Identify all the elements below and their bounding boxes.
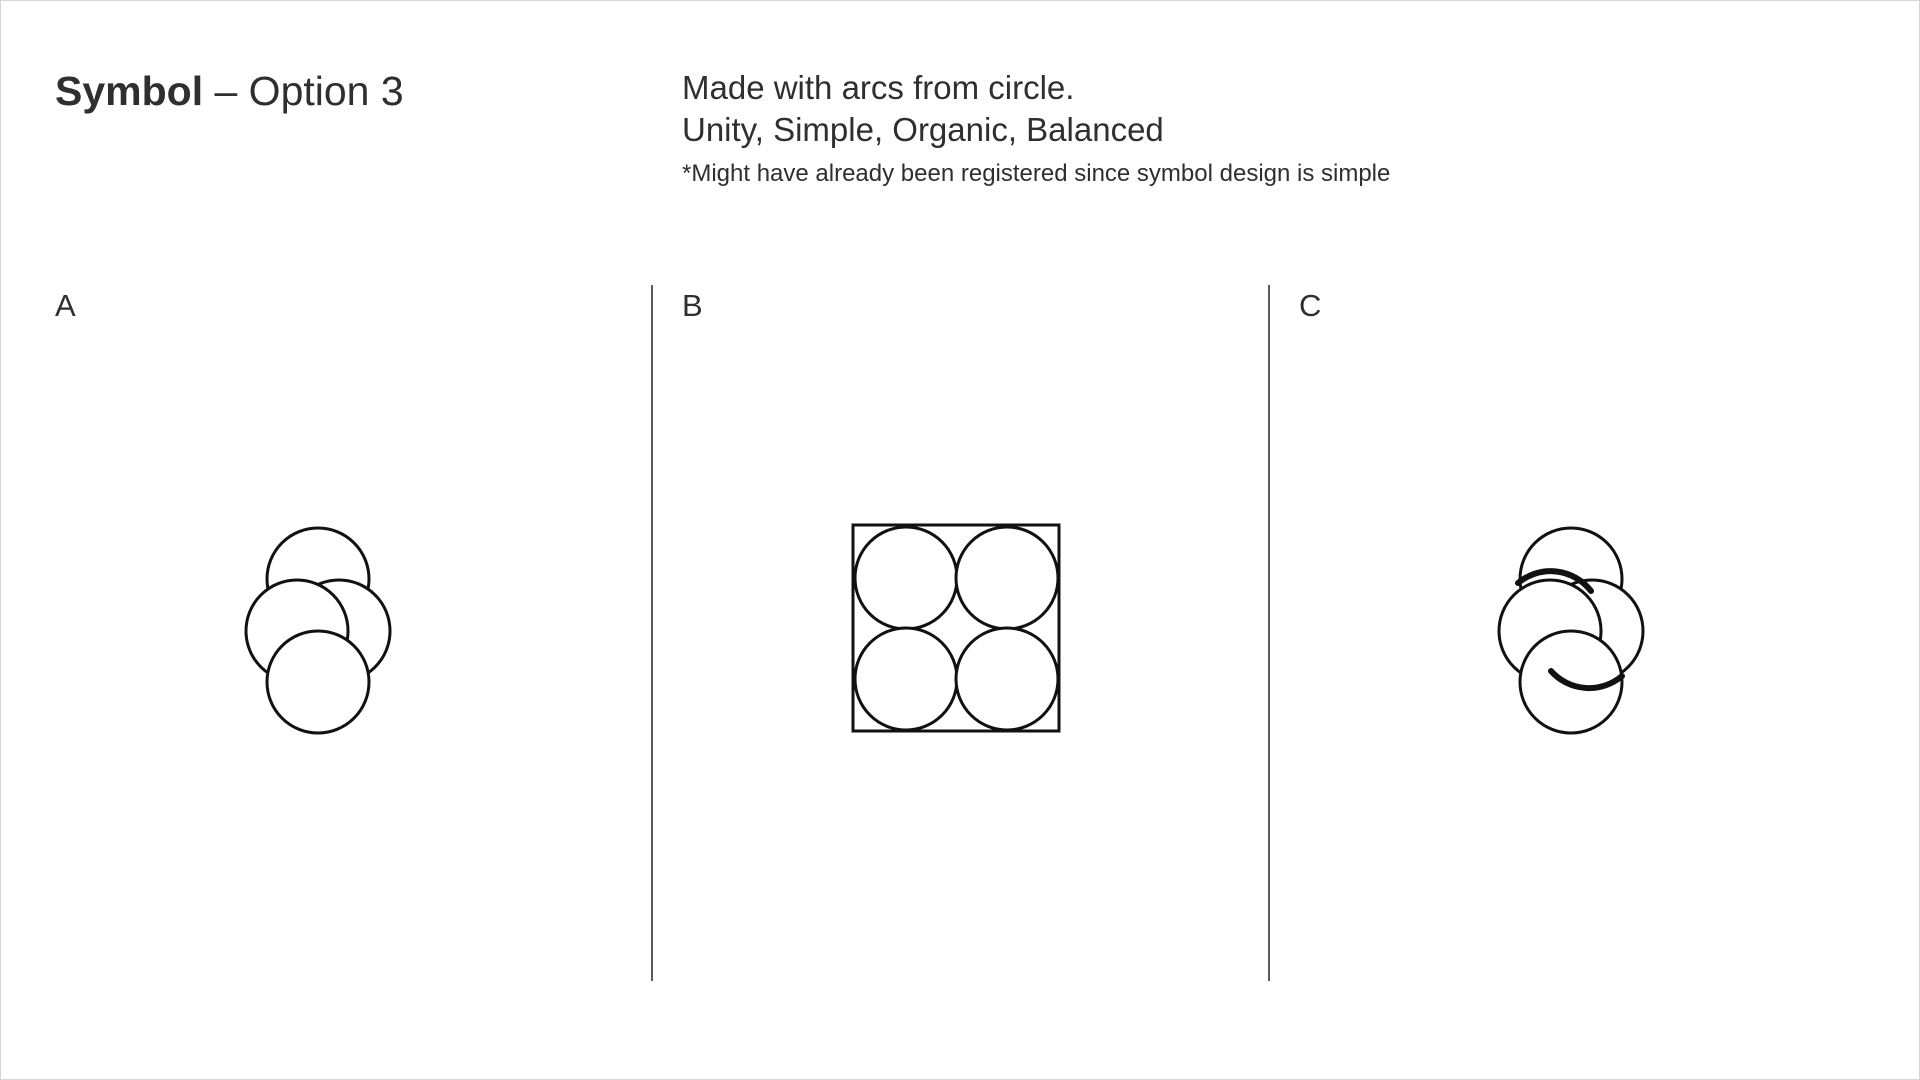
description-line-2: Unity, Simple, Organic, Balanced	[682, 111, 1164, 148]
symbol-b-circle-bottom-left	[853, 626, 959, 732]
divider-right	[1268, 285, 1270, 981]
symbol-b-circle-top-right	[954, 525, 1060, 631]
symbol-b-icon	[851, 523, 1061, 733]
slide-frame: Symbol – Option 3 Made with arcs from ci…	[0, 0, 1920, 1080]
panel-label-a: A	[55, 288, 76, 323]
symbol-a-icon	[244, 526, 392, 735]
symbol-c-icon	[1497, 526, 1645, 735]
description: Made with arcs from circle. Unity, Simpl…	[682, 67, 1390, 191]
symbol-b-circle-bottom-right	[954, 626, 1060, 732]
panel-label-b: B	[682, 288, 703, 323]
symbol-a-circle-bottom	[265, 629, 371, 735]
description-line-1: Made with arcs from circle.	[682, 69, 1075, 106]
description-note: *Might have already been registered sinc…	[682, 160, 1391, 187]
page-title: Symbol – Option 3	[55, 65, 404, 117]
divider-left	[651, 285, 653, 981]
symbol-b-circle-top-left	[853, 525, 959, 631]
title-rest: – Option 3	[203, 68, 404, 114]
title-bold: Symbol	[55, 68, 204, 114]
panel-label-c: C	[1299, 288, 1322, 323]
